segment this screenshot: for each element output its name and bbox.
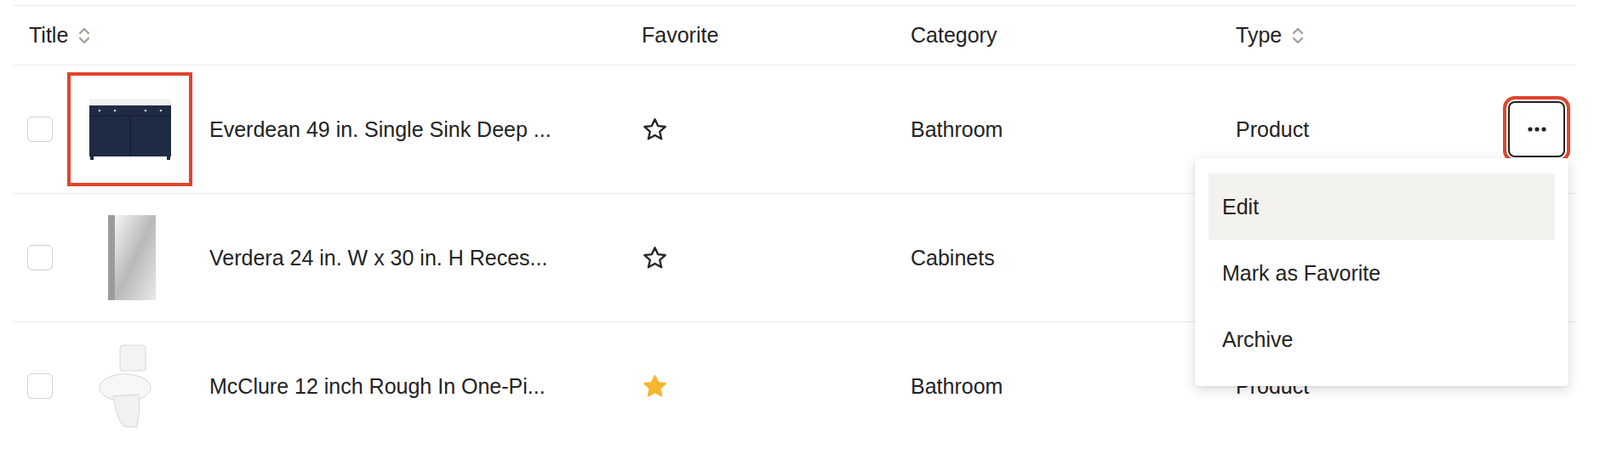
column-label: Category (910, 22, 997, 48)
type-cell: Product (1235, 117, 1309, 143)
column-header: Category (910, 22, 1236, 48)
column-label: Favorite (641, 22, 719, 48)
row-checkbox[interactable] (27, 116, 53, 143)
column-header[interactable]: Type (1235, 22, 1495, 48)
favorite-star-icon[interactable] (641, 116, 669, 143)
product-title[interactable]: Everdean 49 in. Single Sink Deep ... (209, 117, 552, 143)
category-cell: Bathroom (910, 374, 1003, 400)
product-image (87, 215, 173, 301)
sort-icon (1290, 23, 1306, 48)
product-thumbnail (81, 86, 178, 172)
column-header[interactable]: Title (13, 22, 642, 48)
category-cell: Bathroom (910, 117, 1003, 143)
column-header: Favorite (641, 22, 911, 48)
menu-item[interactable]: Edit (1208, 173, 1555, 240)
row-checkbox[interactable] (27, 373, 53, 400)
favorite-star-icon[interactable] (641, 373, 669, 400)
ellipsis-icon (1526, 125, 1548, 133)
menu-item-label: Edit (1222, 194, 1259, 220)
product-image (87, 343, 173, 429)
row-actions-menu: Edit Mark as Favorite Archive (1194, 158, 1569, 387)
menu-item[interactable]: Mark as Favorite (1208, 240, 1555, 307)
category-cell: Cabinets (910, 245, 995, 271)
product-thumbnail (81, 343, 178, 429)
column-label: Type (1235, 22, 1282, 48)
product-image (87, 86, 173, 172)
product-thumbnail (81, 215, 178, 301)
column-label: Title (28, 22, 69, 48)
product-title[interactable]: McClure 12 inch Rough In One-Pi... (209, 374, 546, 400)
menu-item-label: Archive (1222, 327, 1293, 353)
product-title[interactable]: Verdera 24 in. W x 30 in. H Reces... (209, 245, 548, 271)
menu-item[interactable]: Archive (1208, 306, 1555, 373)
table-header: Title Favorite Category Type (13, 5, 1577, 66)
row-checkbox[interactable] (27, 245, 53, 271)
menu-item-label: Mark as Favorite (1222, 261, 1381, 286)
favorite-star-icon[interactable] (641, 245, 669, 272)
sort-icon (76, 23, 92, 48)
more-actions-button[interactable] (1508, 101, 1566, 158)
